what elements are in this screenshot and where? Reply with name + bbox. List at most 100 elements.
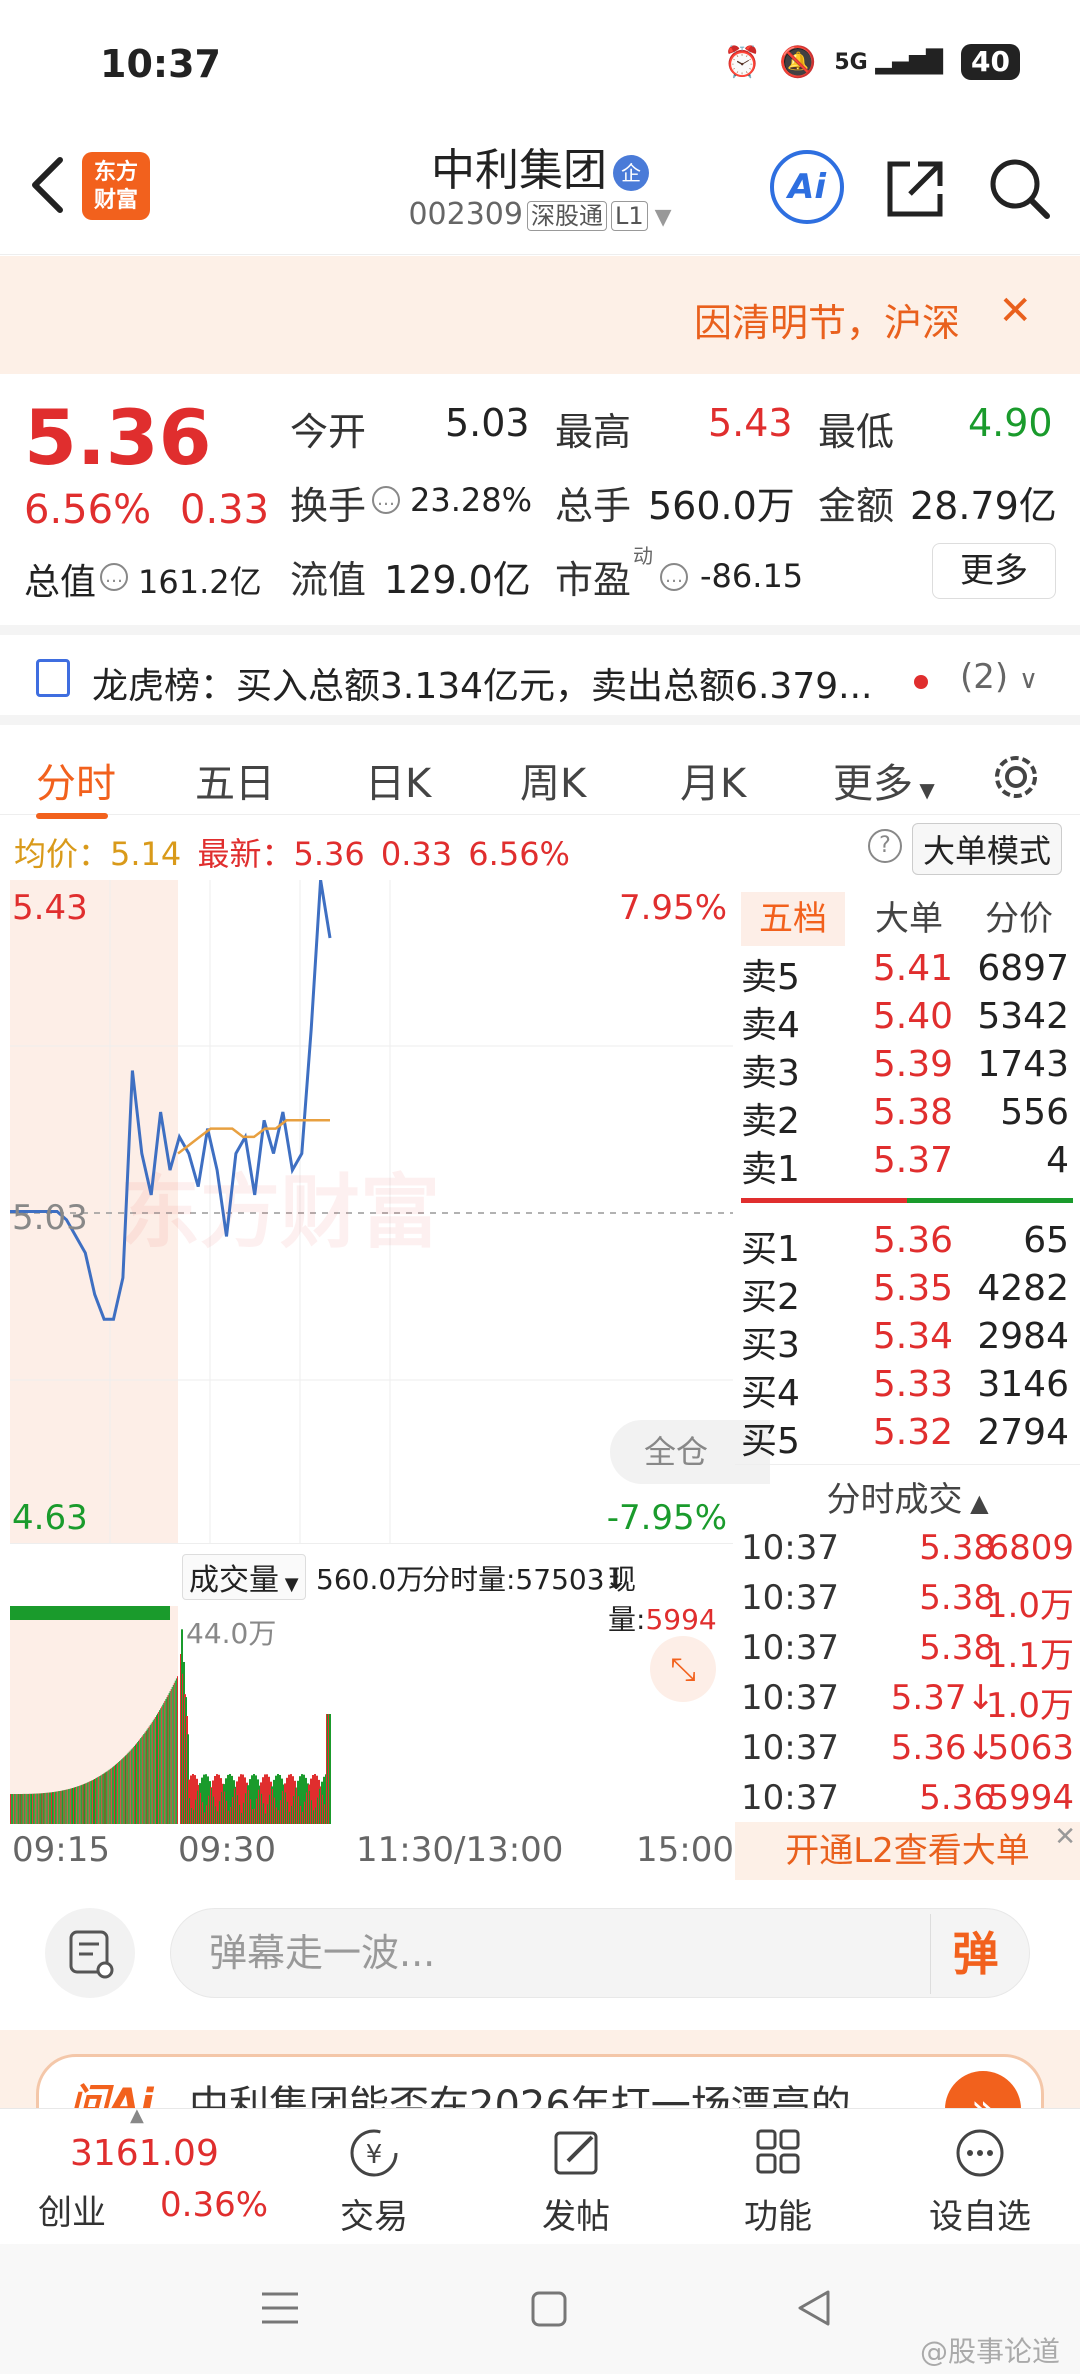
search-icon[interactable] xyxy=(985,154,1053,222)
volume-bar xyxy=(100,1775,102,1824)
y-mid-label: 5.03 xyxy=(12,1198,88,1238)
home-icon[interactable] xyxy=(530,2290,568,2328)
volume-bar xyxy=(44,1792,46,1824)
volume-bar xyxy=(80,1785,82,1824)
help-icon[interactable]: ? xyxy=(868,829,902,863)
ai-question-banner[interactable]: 问Ai 中利集团能否在2026年打一场漂亮的 » xyxy=(0,2030,1080,2110)
arrow-right-icon[interactable]: » xyxy=(945,2071,1021,2110)
close-icon[interactable]: ✕ xyxy=(1054,1822,1076,1852)
holiday-notice[interactable]: 因清明节，沪深 ✕ xyxy=(0,256,1080,374)
volume-bar xyxy=(26,1793,28,1824)
triangle-up-icon: ▲ xyxy=(130,2105,144,2126)
bid-row[interactable]: 买3 5.34 2984 xyxy=(735,1316,1075,1366)
volume-bar xyxy=(88,1781,90,1824)
volume-bar xyxy=(59,1791,61,1824)
tick-time: 10:37 xyxy=(741,1578,839,1618)
tick-row: 10:37 5.38 6809 xyxy=(735,1528,1080,1578)
volume-bar xyxy=(16,1794,18,1824)
volume-bar xyxy=(107,1770,109,1824)
intraday-chart[interactable]: 东方财富 5.43 5.03 4.63 7.95% -7.95% 全仓 xyxy=(10,880,770,1543)
dragon-tiger-list[interactable]: 龙虎榜：买入总额3.134亿元，卖出总额6.379... (2) ∨ xyxy=(0,625,1080,715)
back-icon[interactable] xyxy=(794,2288,834,2328)
volume-bar xyxy=(169,1691,171,1824)
ask-row[interactable]: 卖2 5.38 556 xyxy=(735,1092,1075,1142)
tick-price: 5.38 xyxy=(919,1628,995,1668)
ticks-title[interactable]: 分时成交 ▲ xyxy=(735,1472,1080,1521)
volume-bar xyxy=(86,1782,88,1824)
volume-bar xyxy=(116,1763,118,1824)
info-icon[interactable]: … xyxy=(372,486,400,514)
volume-bar xyxy=(139,1739,141,1824)
volume-bar xyxy=(27,1793,29,1824)
bid-row[interactable]: 买1 5.36 65 xyxy=(735,1220,1075,1270)
volume-bar xyxy=(145,1731,147,1824)
tab-intraday[interactable]: 分时 xyxy=(36,751,116,809)
book-level-volume: 2984 xyxy=(977,1316,1069,1357)
volume-bar xyxy=(154,1717,156,1824)
big-order-mode-button[interactable]: 大单模式 xyxy=(912,823,1063,875)
tab-weekly-k[interactable]: 周K xyxy=(520,751,586,809)
volume-bar xyxy=(127,1752,129,1824)
volume-bar xyxy=(147,1728,149,1824)
tab-monthly-k[interactable]: 月K xyxy=(680,751,746,809)
volume-bar xyxy=(135,1744,136,1824)
tab-price-dist[interactable]: 分价 xyxy=(985,892,1053,946)
high-label: 最高 xyxy=(555,410,632,454)
volume-bar xyxy=(77,1786,79,1824)
volume-bar xyxy=(96,1777,98,1824)
document-icon xyxy=(36,659,70,697)
volume-dropdown[interactable]: 成交量 ▼ xyxy=(182,1554,306,1600)
volume-bar xyxy=(69,1788,71,1824)
open-l2-banner[interactable]: 开通L2查看大单 ✕ xyxy=(735,1822,1080,1880)
bid-row[interactable]: 买2 5.35 4282 xyxy=(735,1268,1075,1318)
more-button[interactable]: 更多 xyxy=(932,543,1056,599)
tab-more[interactable]: 更多 ▼ xyxy=(833,751,935,809)
nav-post[interactable]: 发帖 xyxy=(476,2109,676,2245)
ask-row[interactable]: 卖1 5.37 4 xyxy=(735,1140,1075,1190)
volume-bar xyxy=(108,1769,110,1824)
bid-row[interactable]: 买4 5.33 3146 xyxy=(735,1364,1075,1414)
share-icon[interactable] xyxy=(882,156,948,222)
volume-value: 560.0万 xyxy=(648,484,795,528)
market-tag: 深股通 xyxy=(526,201,607,231)
status-bar: 10:37 ⏰ 🔕 5G ▂▄▆█ 40 xyxy=(0,0,1080,130)
gear-icon[interactable] xyxy=(990,751,1042,803)
info-icon[interactable]: … xyxy=(100,563,128,591)
menu-icon[interactable] xyxy=(260,2290,300,2326)
ask-row[interactable]: 卖3 5.39 1743 xyxy=(735,1044,1075,1094)
tab-five-day[interactable]: 五日 xyxy=(195,751,275,809)
volume-bar xyxy=(63,1790,65,1824)
nav-add-watchlist[interactable]: 设自选 xyxy=(880,2109,1080,2245)
index-ticker[interactable]: ▲ 3161.09 创业 0.36% xyxy=(0,2105,270,2245)
info-icon[interactable]: … xyxy=(660,563,688,591)
ask-row[interactable]: 卖4 5.40 5342 xyxy=(735,996,1075,1046)
book-level-volume: 5342 xyxy=(977,996,1069,1037)
index-value: 3161.09 xyxy=(70,2133,219,2174)
close-icon[interactable]: ✕ xyxy=(998,288,1032,334)
ask-row[interactable]: 卖5 5.41 6897 xyxy=(735,948,1075,998)
volume-bar xyxy=(75,1787,77,1824)
volume-bar xyxy=(104,1772,106,1824)
volume-bar xyxy=(170,1689,172,1824)
tab-big-orders[interactable]: 大单 xyxy=(875,892,943,946)
volume-bar xyxy=(78,1786,80,1824)
tab-daily-k[interactable]: 日K xyxy=(365,751,431,809)
tab-five-levels[interactable]: 五档 xyxy=(741,892,845,946)
open-label: 今开 xyxy=(290,410,367,454)
nav-functions[interactable]: 功能 xyxy=(678,2109,878,2245)
danmu-input[interactable]: 弹幕走一波... xyxy=(170,1908,1030,1998)
danmu-send-button[interactable]: 弹 xyxy=(930,1914,1020,1994)
volume-bar xyxy=(91,1780,93,1824)
volume-bar xyxy=(131,1748,133,1824)
nav-trade[interactable]: ¥ 交易 xyxy=(274,2109,474,2245)
danmu-settings-icon[interactable] xyxy=(45,1908,135,1998)
expand-icon[interactable]: ⤡ xyxy=(650,1636,716,1702)
volume-bar xyxy=(21,1794,23,1824)
ai-button[interactable]: Ai xyxy=(770,150,844,224)
volume-bar xyxy=(18,1794,20,1824)
bid-ask-ratio-bar xyxy=(741,1198,1073,1203)
bid-row[interactable]: 买5 5.32 2794 xyxy=(735,1412,1075,1462)
book-level-volume: 4 xyxy=(1046,1140,1069,1181)
low-value: 4.90 xyxy=(968,401,1053,445)
volume-bar xyxy=(22,1793,24,1824)
